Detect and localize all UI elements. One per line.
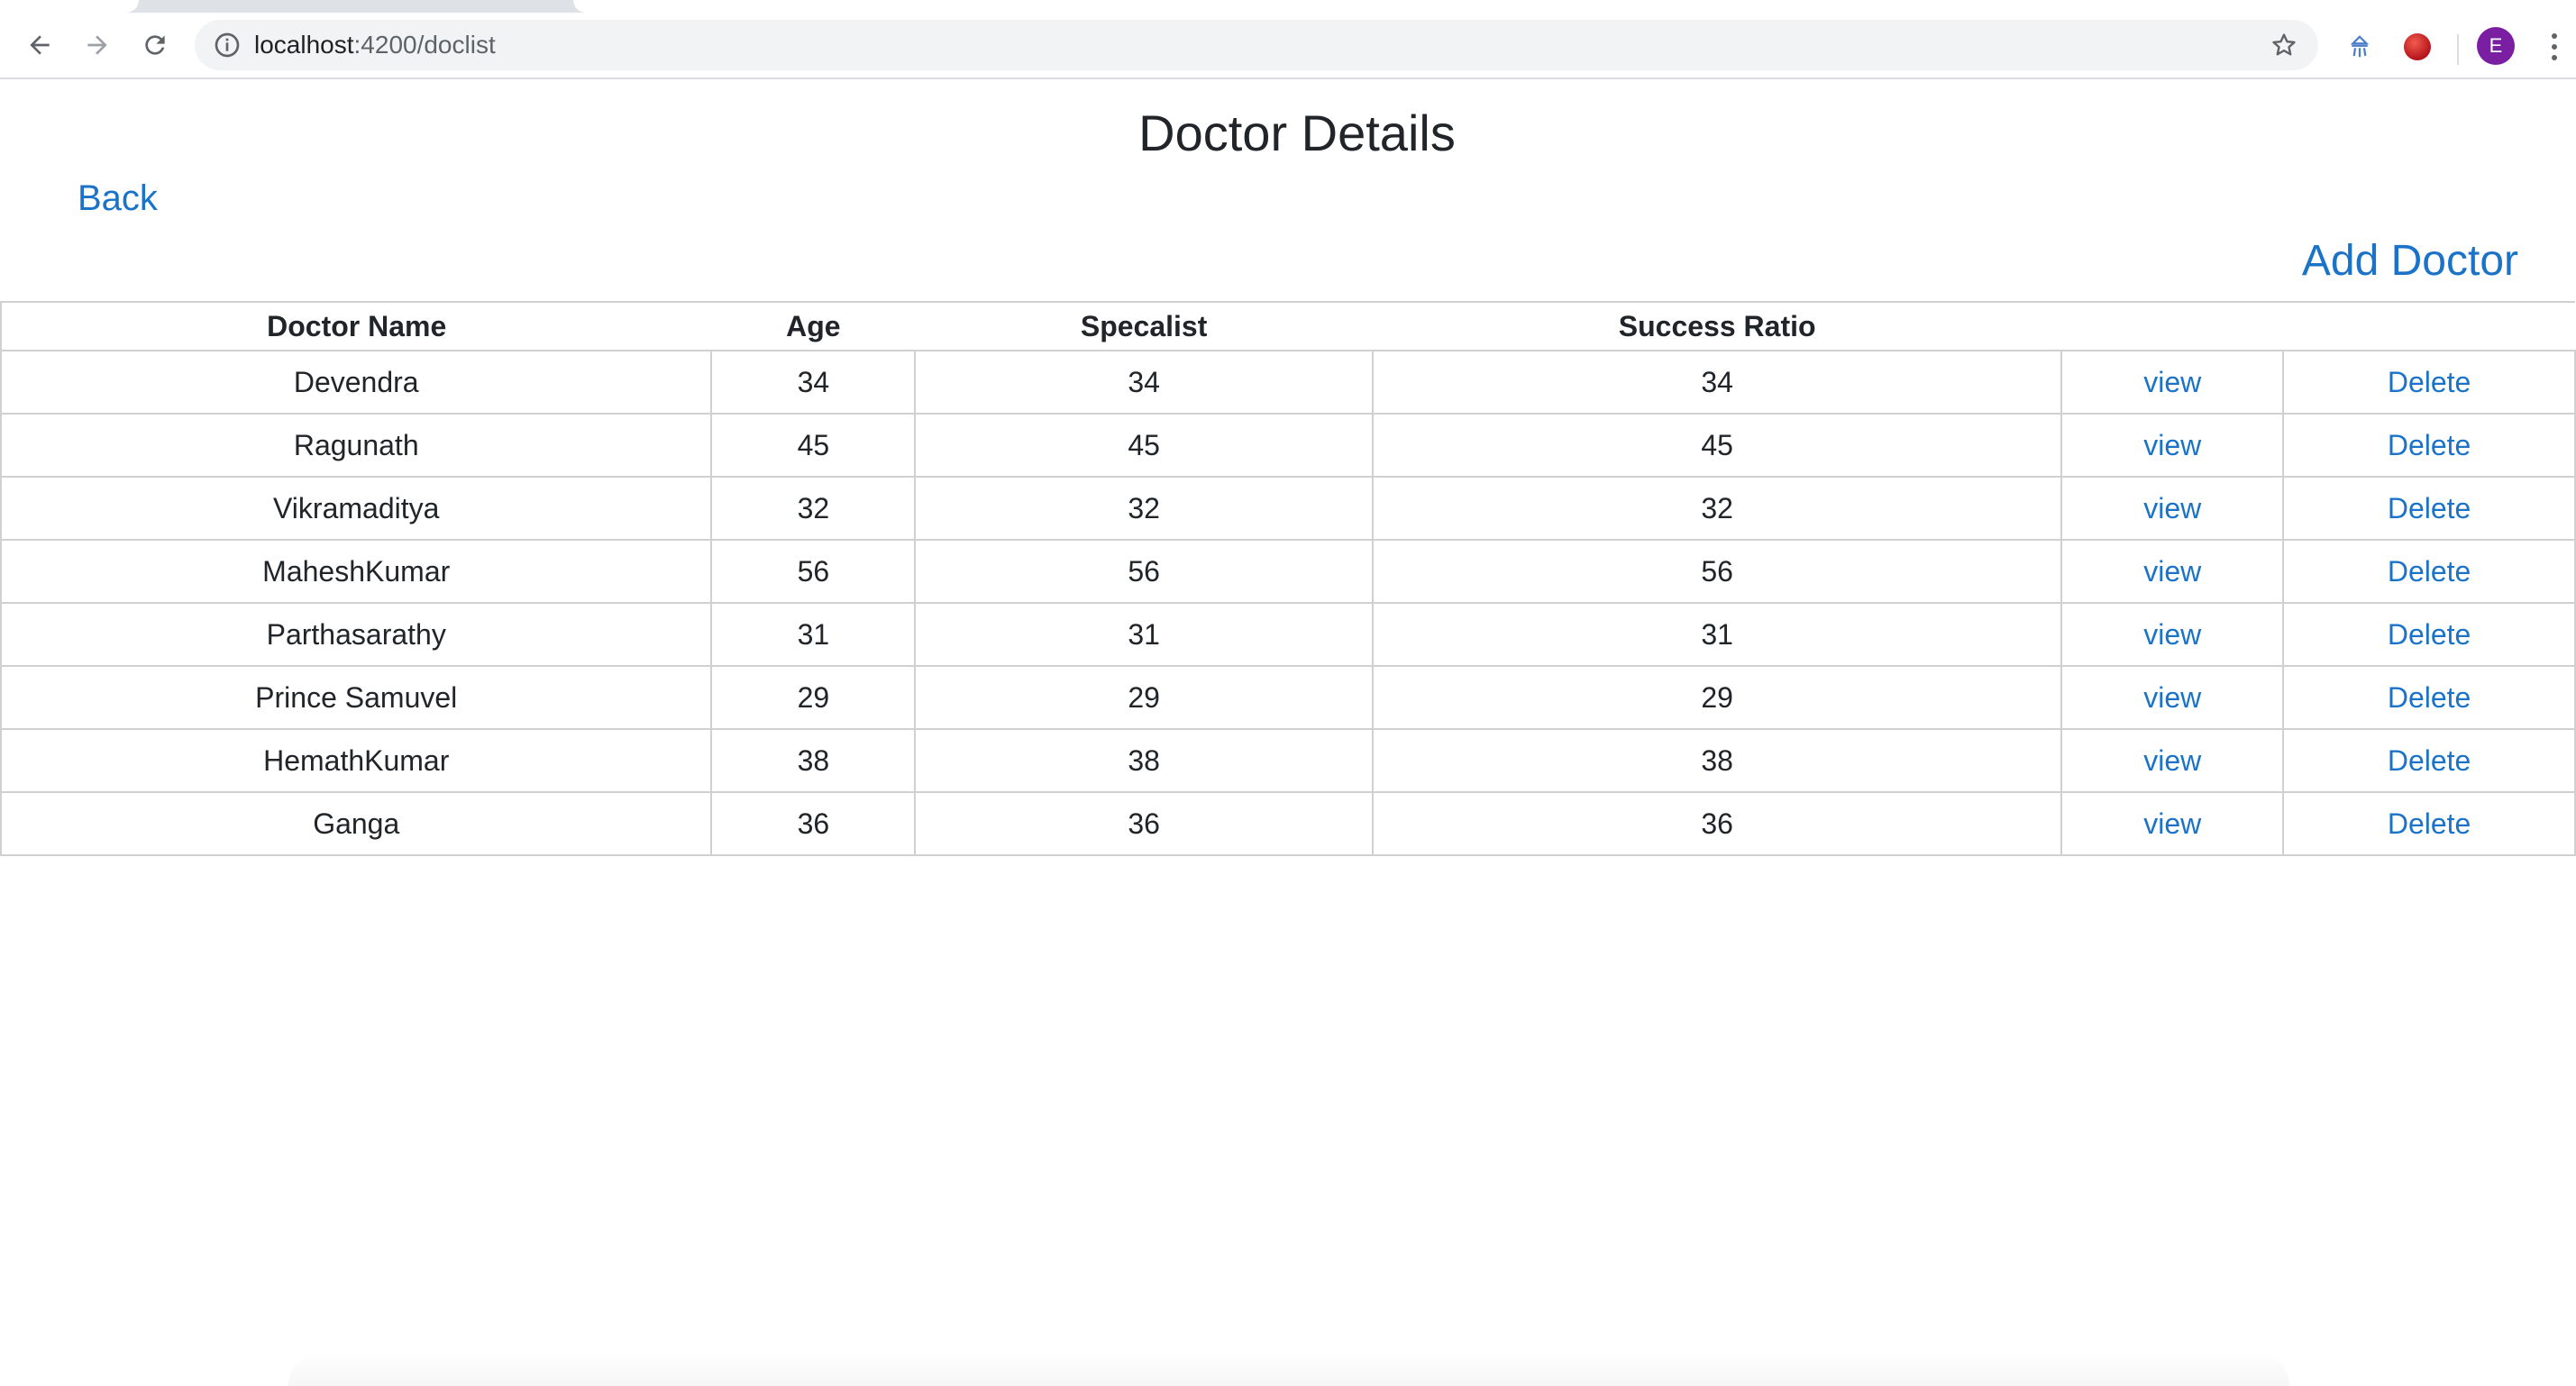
kebab-menu-icon[interactable]: [2544, 31, 2565, 63]
specialist-cell: 29: [914, 665, 1374, 730]
age-cell: 45: [710, 413, 917, 478]
doctor-name-cell: Ganga: [0, 791, 713, 856]
back-link[interactable]: Back: [78, 177, 158, 220]
success-ratio-cell: 56: [1371, 539, 2063, 604]
view-link[interactable]: view: [2060, 350, 2285, 415]
url-text[interactable]: localhost:4200/doclist: [254, 32, 496, 59]
specialist-cell: 36: [914, 791, 1374, 856]
age-cell: 31: [710, 602, 917, 667]
extension-icon[interactable]: [2345, 32, 2374, 61]
column-header-delete: [2283, 301, 2575, 351]
doctor-table: Doctor Name Age Specalist Success Ratio …: [0, 301, 2576, 856]
page-title: Doctor Details: [1138, 105, 1456, 161]
success-ratio-cell: 29: [1371, 665, 2063, 730]
age-cell: 34: [710, 350, 917, 415]
column-header-view: [2061, 301, 2284, 351]
forward-arrow-icon[interactable]: [78, 25, 117, 65]
age-cell: 56: [710, 539, 917, 604]
specialist-cell: 34: [914, 350, 1374, 415]
delete-link[interactable]: Delete: [2282, 476, 2576, 541]
tab-strip: [0, 0, 2576, 13]
age-cell: 36: [710, 791, 917, 856]
reload-icon[interactable]: [135, 25, 175, 65]
info-icon[interactable]: [213, 31, 242, 59]
specialist-cell: 32: [914, 476, 1374, 541]
doctor-name-cell: HemathKumar: [0, 728, 713, 793]
toolbar-divider: [2457, 34, 2459, 65]
table-row: MaheshKumar 56 56 56 view Delete: [0, 539, 2576, 604]
delete-link[interactable]: Delete: [2282, 602, 2576, 667]
table-header-row: Doctor Name Age Specalist Success Ratio: [0, 301, 2575, 351]
view-link[interactable]: view: [2060, 539, 2285, 604]
back-arrow-icon[interactable]: [20, 25, 59, 65]
url-host: localhost: [254, 31, 354, 59]
success-ratio-cell: 34: [1371, 350, 2063, 415]
success-ratio-cell: 45: [1371, 413, 2063, 478]
table-row: Vikramaditya 32 32 32 view Delete: [0, 476, 2576, 541]
star-icon[interactable]: [2270, 31, 2298, 59]
doctor-name-cell: Vikramaditya: [0, 476, 713, 541]
view-link[interactable]: view: [2060, 791, 2285, 856]
success-ratio-cell: 32: [1371, 476, 2063, 541]
view-link[interactable]: view: [2060, 728, 2285, 793]
view-link[interactable]: view: [2060, 413, 2285, 478]
bottom-shadow: [288, 1352, 2289, 1386]
specialist-cell: 45: [914, 413, 1374, 478]
view-link[interactable]: view: [2060, 476, 2285, 541]
success-ratio-cell: 31: [1371, 602, 2063, 667]
success-ratio-cell: 36: [1371, 791, 2063, 856]
table-row: Devendra 34 34 34 view Delete: [0, 350, 2576, 415]
delete-link[interactable]: Delete: [2282, 350, 2576, 415]
specialist-cell: 31: [914, 602, 1374, 667]
age-cell: 38: [710, 728, 917, 793]
delete-link[interactable]: Delete: [2282, 413, 2576, 478]
success-ratio-cell: 38: [1371, 728, 2063, 793]
address-bar[interactable]: localhost:4200/doclist: [195, 20, 2318, 70]
browser-tab[interactable]: [573, 0, 2576, 13]
doctor-name-cell: Devendra: [0, 350, 713, 415]
delete-link[interactable]: Delete: [2282, 728, 2576, 793]
doctor-name-cell: Prince Samuvel: [0, 665, 713, 730]
record-icon[interactable]: [2403, 32, 2432, 61]
age-cell: 29: [710, 665, 917, 730]
specialist-cell: 56: [914, 539, 1374, 604]
table-row: Prince Samuvel 29 29 29 view Delete: [0, 665, 2576, 730]
column-header-doctor-name: Doctor Name: [0, 301, 712, 351]
column-header-specialist: Specalist: [915, 301, 1373, 351]
column-header-age: Age: [711, 301, 916, 351]
table-row: Ragunath 45 45 45 view Delete: [0, 413, 2576, 478]
view-link[interactable]: view: [2060, 602, 2285, 667]
doctor-name-cell: MaheshKumar: [0, 539, 713, 604]
table-row: Parthasarathy 31 31 31 view Delete: [0, 602, 2576, 667]
add-doctor-link[interactable]: Add Doctor: [2302, 234, 2518, 288]
doctor-name-cell: Ragunath: [0, 413, 713, 478]
avatar[interactable]: E: [2477, 27, 2515, 65]
browser-toolbar: localhost:4200/doclist E: [0, 13, 2576, 79]
column-header-success-ratio: Success Ratio: [1372, 301, 2062, 351]
url-path: :4200/doclist: [353, 31, 496, 59]
specialist-cell: 38: [914, 728, 1374, 793]
view-link[interactable]: view: [2060, 665, 2285, 730]
browser-tab[interactable]: [0, 0, 139, 13]
age-cell: 32: [710, 476, 917, 541]
delete-link[interactable]: Delete: [2282, 791, 2576, 856]
delete-link[interactable]: Delete: [2282, 665, 2576, 730]
doctor-name-cell: Parthasarathy: [0, 602, 713, 667]
delete-link[interactable]: Delete: [2282, 539, 2576, 604]
table-row: HemathKumar 38 38 38 view Delete: [0, 728, 2576, 793]
table-row: Ganga 36 36 36 view Delete: [0, 791, 2576, 856]
